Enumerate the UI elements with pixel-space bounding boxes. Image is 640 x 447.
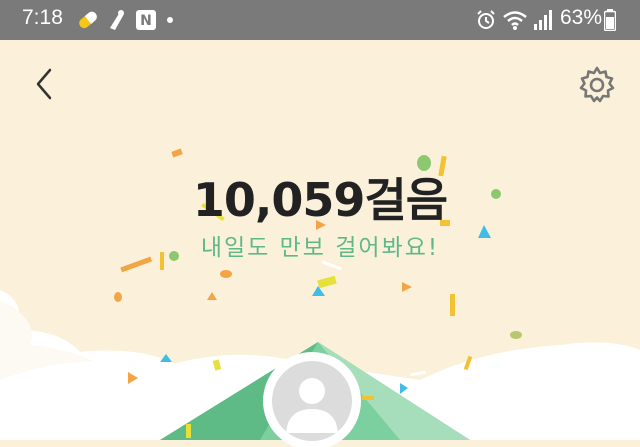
back-button[interactable] [26, 64, 66, 104]
avatar[interactable] [266, 355, 358, 447]
wifi-icon [503, 11, 527, 30]
pedometer-app-icon [110, 10, 124, 30]
naver-icon: N [136, 10, 156, 30]
encouragement-message: 내일도 만보 걸어봐요! [200, 235, 440, 261]
step-count: 10,059걸음 [192, 173, 448, 227]
status-time: 7:18 [22, 6, 63, 29]
chevron-left-icon [36, 68, 52, 100]
settings-button[interactable] [576, 64, 618, 106]
top-bar [0, 40, 640, 130]
person-icon [286, 378, 338, 433]
signal-icon [534, 10, 552, 30]
gear-icon [579, 66, 615, 103]
battery-percent: 63% [559, 6, 602, 29]
default-profile [272, 361, 352, 441]
alarm-icon [477, 10, 495, 29]
pill-icon [79, 11, 97, 29]
status-bar: 7:18 N 63% [0, 0, 640, 40]
battery-icon [604, 9, 616, 31]
svg-text:N: N [140, 13, 152, 29]
dot-icon [167, 17, 173, 23]
